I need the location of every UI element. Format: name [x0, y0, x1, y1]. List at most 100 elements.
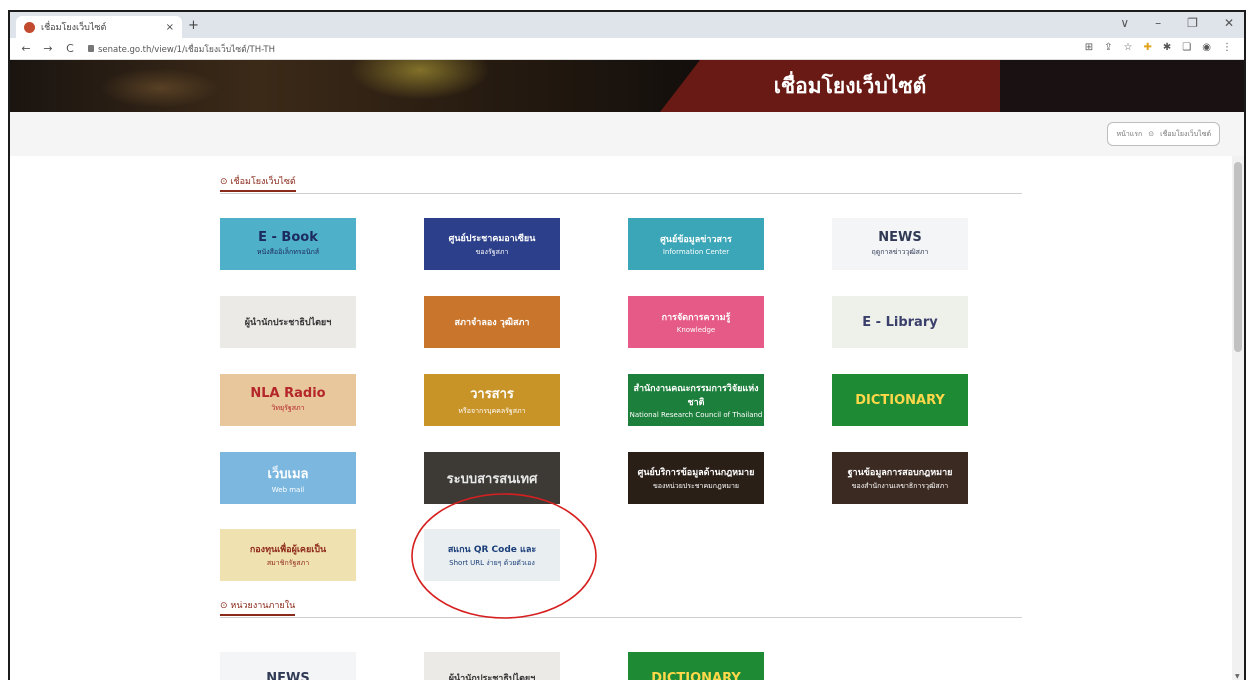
tile-label: DICTIONARY — [855, 392, 945, 408]
link-tile-webmail[interactable]: เว็บเมล Web mail — [220, 452, 356, 504]
link-tile-democracy-leaders-2[interactable]: ผู้นำนักประชาธิปไตยฯ — [424, 652, 560, 680]
tile-label: E - Library — [862, 314, 938, 330]
lock-icon — [88, 45, 94, 52]
link-tile-asean-center[interactable]: ศูนย์ประชาคมอาเซียน ของรัฐสภา — [424, 218, 560, 270]
section-title: ⊙ หน่วยงานภายใน — [220, 598, 296, 616]
link-tile-journal[interactable]: วารสาร หรือจากรบุคคลรัฐสภา — [424, 374, 560, 426]
section-heading-links: ⊙ เชื่อมโยงเว็บไซต์ — [220, 172, 1022, 194]
tile-label: สภาจำลอง วุฒิสภา — [454, 318, 530, 328]
link-tile-nla-radio[interactable]: NLA Radio วิทยุรัฐสภา — [220, 374, 356, 426]
section-bullet-icon: ⊙ — [220, 600, 228, 611]
link-tile-research-council[interactable]: สำนักงานคณะกรรมการวิจัยแห่งชาติ National … — [628, 374, 764, 426]
tile-label: NEWS — [878, 230, 922, 245]
close-window-button[interactable]: ✕ — [1224, 16, 1234, 30]
tile-label: การจัดการความรู้ — [661, 313, 731, 323]
banner-light — [350, 60, 490, 100]
address-toolbar: ← → C senate.go.th/view/1/เชื่อมโยงเว็บไ… — [10, 38, 1244, 60]
tile-label: เว็บเมล — [267, 466, 309, 482]
tab-close-icon[interactable]: × — [166, 22, 174, 33]
breadcrumb-bar: หน้าแรก ⊙ เชื่อมโยงเว็บไซต์ — [10, 112, 1244, 156]
tile-text: DICTIONARY — [651, 671, 741, 680]
tile-sublabel: National Research Council of Thailand — [629, 411, 763, 419]
tile-text: ศูนย์ประชาคมอาเซียน ของรัฐสภา — [449, 231, 536, 258]
tile-text: E - Book หนังสืออิเล็กทรอนิกส์ — [257, 230, 319, 258]
tile-text: ฐานข้อมูลการสอบกฎหมาย ของสำนักงานเลขาธิกา… — [848, 465, 953, 492]
tile-label: E - Book — [258, 230, 318, 245]
new-tab-button[interactable]: + — [188, 18, 199, 33]
tile-text: วารสาร หรือจากรบุคคลรัฐสภา — [458, 383, 525, 417]
browser-tab[interactable]: เชื่อมโยงเว็บไซต์ × — [16, 16, 182, 38]
link-tile-senate-news-2[interactable]: NEWS — [220, 652, 356, 680]
tile-label: สำนักงานคณะกรรมการวิจัยแห่งชาติ — [633, 384, 759, 408]
address-bar[interactable]: senate.go.th/view/1/เชื่อมโยงเว็บไซต์/TH… — [88, 42, 275, 56]
share-icon[interactable]: ⇪ — [1104, 42, 1112, 53]
translate-icon[interactable]: ⊞ — [1085, 42, 1093, 53]
extension-icon[interactable]: ✚ — [1144, 42, 1152, 53]
tile-sublabel: หรือจากรบุคคลรัฐสภา — [458, 407, 526, 415]
tile-text: NEWS ฤดูกาลข่าววุฒิสภา — [872, 230, 929, 258]
tile-text: ผู้นำนักประชาธิปไตยฯ — [245, 315, 332, 329]
tile-text: กองทุนเพื่อผู้เคยเป็น สมาชิกรัฐสภา — [250, 542, 326, 569]
tile-sublabel: ของสำนักงานเลขาธิการวุฒิสภา — [851, 481, 949, 490]
forward-button[interactable]: → — [42, 42, 54, 55]
banner-title-panel: เชื่อมโยงเว็บไซต์ — [660, 60, 1000, 112]
side-panel-icon[interactable]: ❏ — [1182, 42, 1191, 53]
browser-menu-icon[interactable]: ⋮ — [1222, 42, 1232, 53]
link-tile-ebook[interactable]: E - Book หนังสืออิเล็กทรอนิกส์ — [220, 218, 356, 270]
link-tile-senate-news[interactable]: NEWS ฤดูกาลข่าววุฒิสภา — [832, 218, 968, 270]
tile-sublabel: Web mail — [271, 485, 305, 494]
reload-button[interactable]: C — [64, 42, 76, 55]
tile-text: ศูนย์ข้อมูลข่าวสาร Information Center — [660, 232, 732, 256]
link-tile-legal-exam-database[interactable]: ฐานข้อมูลการสอบกฎหมาย ของสำนักงานเลขาธิกา… — [832, 452, 968, 504]
tile-sublabel: หนังสืออิเล็กทรอนิกส์ — [256, 248, 320, 256]
site-favicon-icon — [24, 21, 35, 33]
bookmark-star-icon[interactable]: ☆ — [1124, 42, 1133, 53]
link-tile-dictionary[interactable]: DICTIONARY — [832, 374, 968, 426]
tab-search-button[interactable]: ∨ — [1120, 16, 1129, 30]
section-heading-internal-units: ⊙ หน่วยงานภายใน — [220, 596, 1022, 618]
banner-dark-panel — [995, 60, 1244, 112]
banner-light — [100, 68, 220, 108]
tile-text: สภาจำลอง วุฒิสภา — [455, 315, 530, 329]
page-scrollbar[interactable]: ▼ — [1232, 156, 1244, 680]
tile-sublabel: Knowledge — [676, 326, 716, 334]
back-button[interactable]: ← — [20, 42, 32, 55]
tile-text: DICTIONARY — [855, 393, 945, 408]
profile-avatar-icon[interactable]: ◉ — [1202, 42, 1211, 53]
scrollbar-thumb[interactable] — [1234, 162, 1242, 352]
tile-text: NLA Radio วิทยุรัฐสภา — [250, 386, 325, 414]
browser-window: เชื่อมโยงเว็บไซต์ × + ∨ – ❐ ✕ ← → C sena… — [8, 10, 1246, 680]
link-tile-e-library[interactable]: E - Library — [832, 296, 968, 348]
highlight-ellipse — [411, 493, 597, 619]
url-text: senate.go.th/view/1/เชื่อมโยงเว็บไซต์/TH… — [98, 44, 275, 55]
breadcrumb-separator-icon: ⊙ — [1148, 130, 1155, 138]
tab-title: เชื่อมโยงเว็บไซต์ — [41, 23, 107, 33]
tile-label: NLA Radio — [250, 386, 326, 401]
tile-sublabel: Information Center — [662, 248, 730, 256]
tile-label: ศูนย์บริการข้อมูลด้านกฎหมาย — [637, 467, 755, 478]
window-controls: ∨ – ❐ ✕ — [1120, 16, 1234, 30]
breadcrumb-home-link[interactable]: หน้าแรก — [1116, 129, 1142, 140]
tile-label: DICTIONARY — [651, 670, 741, 680]
tile-sublabel: ของรัฐสภา — [475, 247, 509, 256]
link-tile-knowledge-management[interactable]: การจัดการความรู้ Knowledge — [628, 296, 764, 348]
minimize-button[interactable]: – — [1155, 16, 1161, 30]
tile-label: NEWS — [266, 670, 310, 680]
tile-text: ระบบสารสนเทศ — [447, 468, 538, 489]
tile-sublabel: สมาชิกรัฐสภา — [266, 558, 310, 567]
tile-text: การจัดการความรู้ Knowledge — [662, 310, 731, 334]
link-tile-dictionary-2[interactable]: DICTIONARY — [628, 652, 764, 680]
link-tile-mock-senate[interactable]: สภาจำลอง วุฒิสภา — [424, 296, 560, 348]
link-tile-legal-information-center[interactable]: ศูนย์บริการข้อมูลด้านกฎหมายของหน่วยประชา… — [628, 452, 764, 504]
tile-text: ผู้นำนักประชาธิปไตยฯ — [449, 671, 536, 680]
page-banner: เชื่อมโยงเว็บไซต์ — [10, 60, 1244, 112]
breadcrumb: หน้าแรก ⊙ เชื่อมโยงเว็บไซต์ — [1107, 122, 1220, 146]
extensions-puzzle-icon[interactable]: ✱ — [1163, 42, 1171, 53]
scroll-down-arrow-icon[interactable]: ▼ — [1235, 673, 1240, 680]
link-tile-former-members-fund[interactable]: กองทุนเพื่อผู้เคยเป็น สมาชิกรัฐสภา — [220, 529, 356, 581]
tile-sublabel: ของหน่วยประชาคมกฎหมาย — [653, 481, 739, 490]
link-tile-information-center[interactable]: ศูนย์ข้อมูลข่าวสาร Information Center — [628, 218, 764, 270]
link-tile-democracy-leaders[interactable]: ผู้นำนักประชาธิปไตยฯ — [220, 296, 356, 348]
maximize-button[interactable]: ❐ — [1187, 16, 1198, 30]
tile-label: ศูนย์ข้อมูลข่าวสาร — [660, 235, 732, 245]
